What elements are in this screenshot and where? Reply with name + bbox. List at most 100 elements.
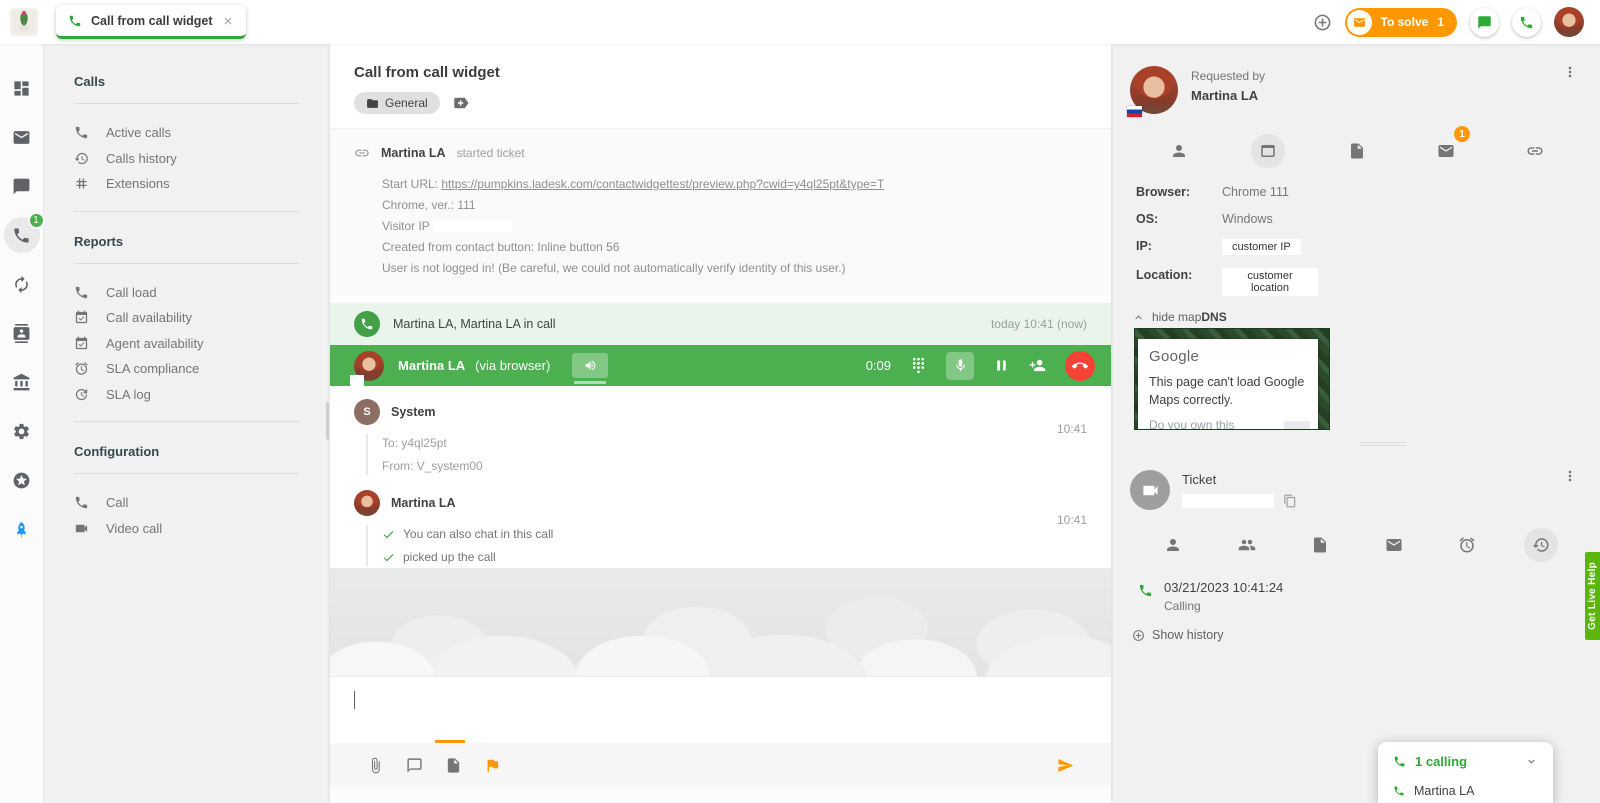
nav-item-sla-compliance[interactable]: SLA compliance — [74, 356, 325, 382]
nav-section-title: Calls — [74, 64, 325, 103]
rail-company[interactable] — [2, 358, 42, 407]
started-ticket-message: Martina LA started ticket Start URL: htt… — [330, 128, 1111, 295]
nav-section-title: Reports — [74, 224, 325, 263]
calls-count-badge: 1 — [28, 212, 45, 229]
show-history-link[interactable]: Show history — [1130, 628, 1580, 642]
caller-via: (via browser) — [475, 358, 550, 373]
rail-chats[interactable] — [2, 162, 42, 211]
nav-item-active-calls[interactable]: Active calls — [74, 120, 325, 146]
calling-widget-caller[interactable]: Martina LA — [1393, 784, 1538, 798]
hold-icon[interactable] — [993, 357, 1010, 374]
nav-item-label: Call availability — [106, 310, 192, 325]
nav-item-label: Extensions — [106, 176, 170, 191]
nav-item-call-config[interactable]: Call — [74, 490, 325, 516]
nav-item-sla-log[interactable]: SLA log — [74, 382, 325, 408]
from-line: From: V_system00 — [382, 459, 1087, 473]
redacted-ip-value: customer IP — [1222, 239, 1301, 255]
redacted-location-value: customer location — [1222, 268, 1318, 296]
mute-button[interactable] — [946, 352, 974, 380]
new-ticket-icon[interactable] — [1313, 13, 1332, 32]
speaker-button[interactable] — [572, 353, 608, 378]
requester-tabs: 1 — [1130, 134, 1580, 168]
maps-dialog-button[interactable] — [1284, 421, 1310, 429]
rail-settings[interactable] — [2, 407, 42, 456]
call-log-entry: 03/21/2023 10:41:24 Calling — [1130, 580, 1580, 613]
rail-getting-started[interactable] — [2, 505, 42, 554]
call-timer: 0:09 — [866, 358, 891, 373]
get-live-help-label: Get Live Help — [1587, 562, 1598, 630]
rail-calls[interactable]: 1 — [2, 211, 42, 260]
message-input[interactable] — [330, 676, 1111, 740]
app-logo[interactable] — [10, 8, 38, 36]
composer-toolbar — [330, 743, 1111, 787]
panel-drag-handle[interactable] — [1360, 442, 1406, 446]
nav-item-extensions[interactable]: Extensions — [74, 171, 325, 197]
nav-item-agent-availability[interactable]: Agent availability — [74, 331, 325, 357]
dashboard-icon — [12, 79, 31, 98]
reply-composer — [330, 676, 1111, 803]
note-icon[interactable] — [445, 757, 462, 774]
nav-item-calls-history[interactable]: Calls history — [74, 146, 325, 172]
tab-ticket-participants[interactable] — [1230, 528, 1264, 562]
nav-item-call-load[interactable]: Call load — [74, 280, 325, 306]
tab-ticket-contact[interactable] — [1156, 528, 1190, 562]
more-options-icon[interactable] — [1562, 64, 1578, 80]
people-icon — [1238, 536, 1256, 554]
flag-icon[interactable] — [484, 757, 501, 774]
more-options-icon[interactable] — [1562, 468, 1578, 484]
calls-button[interactable] — [1512, 8, 1541, 37]
department-tag[interactable]: General — [354, 92, 440, 114]
call-end-icon — [1072, 358, 1088, 374]
chats-button[interactable] — [1470, 8, 1499, 37]
open-ticket-tab[interactable]: Call from call widget — [56, 5, 246, 39]
rail-automation[interactable] — [2, 260, 42, 309]
rail-dashboard[interactable] — [2, 64, 42, 113]
ticket-card: Ticket — [1130, 470, 1580, 510]
tab-ticket-mail[interactable] — [1377, 528, 1411, 562]
start-url-link[interactable]: https://pumpkins.ladesk.com/contactwidge… — [441, 177, 884, 191]
info-row-browser: Browser: Chrome 111 — [1136, 185, 1580, 199]
chevron-down-icon[interactable] — [1525, 755, 1538, 768]
send-icon[interactable] — [1057, 757, 1074, 774]
user-avatar[interactable] — [1554, 7, 1584, 37]
tab-browser-info[interactable] — [1251, 134, 1285, 168]
tab-ticket-history[interactable] — [1524, 528, 1558, 562]
nav-item-call-availability[interactable]: Call availability — [74, 305, 325, 331]
tab-files[interactable] — [1340, 134, 1374, 168]
add-tag-icon[interactable] — [450, 94, 472, 112]
quote-message-icon[interactable] — [406, 757, 423, 774]
in-call-banner: Martina LA, Martina LA in call today 10:… — [330, 303, 1111, 345]
mail-icon — [12, 128, 31, 147]
to-solve-button[interactable]: To solve 1 — [1345, 8, 1457, 37]
copy-icon[interactable] — [1283, 494, 1297, 508]
chat-icon — [1477, 15, 1492, 30]
hide-map-toggle[interactable]: hide map DNS — [1130, 310, 1580, 324]
nav-item-video-call[interactable]: Video call — [74, 516, 325, 542]
created-from-line: Created from contact button: Inline butt… — [382, 240, 1087, 254]
tab-ticket-sla[interactable] — [1450, 528, 1484, 562]
requester-avatar[interactable] — [1130, 66, 1178, 114]
dialpad-icon[interactable] — [910, 357, 927, 374]
tab-related[interactable] — [1518, 134, 1552, 168]
app-body: 1 Calls Active calls Calls history Exten… — [0, 44, 1600, 803]
tab-contact-details[interactable] — [1162, 134, 1196, 168]
get-live-help-button[interactable]: Get Live Help — [1585, 552, 1600, 640]
tab-ticket-files[interactable] — [1303, 528, 1337, 562]
ticket-header: Call from call widget General — [330, 44, 1111, 128]
hangup-button[interactable] — [1065, 351, 1095, 381]
call-status-icon-wrap — [354, 311, 380, 337]
add-person-icon[interactable] — [1029, 357, 1046, 374]
close-tab-icon[interactable] — [222, 15, 234, 27]
attach-file-icon[interactable] — [367, 757, 384, 774]
bank-icon — [12, 373, 31, 392]
rail-contacts[interactable] — [2, 309, 42, 358]
browser-version-line: Chrome, ver.: 111 — [382, 198, 1087, 212]
tab-tickets[interactable]: 1 — [1429, 134, 1463, 168]
scrollbar-thumb[interactable] — [326, 402, 329, 440]
calling-widget[interactable]: 1 calling Martina LA — [1378, 742, 1553, 803]
rail-tickets[interactable] — [2, 113, 42, 162]
location-map[interactable]: Google This page can't load Google Maps … — [1134, 328, 1330, 430]
rail-gamification[interactable] — [2, 456, 42, 505]
to-solve-count: 1 — [1437, 15, 1444, 29]
file-icon — [1311, 536, 1329, 554]
